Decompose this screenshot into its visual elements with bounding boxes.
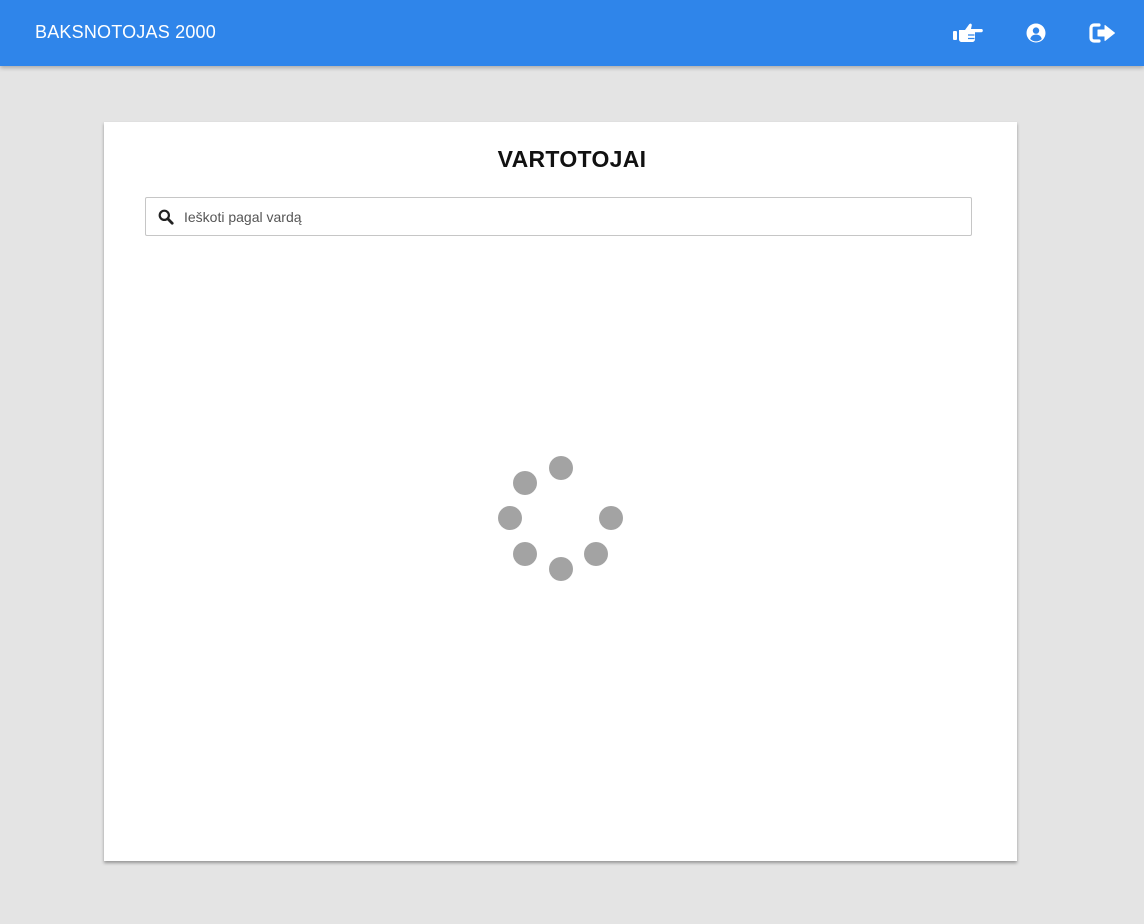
sign-out-icon xyxy=(1089,23,1115,43)
poke-button[interactable] xyxy=(950,15,986,51)
app-bar: BAKSNOTOJAS 2000 xyxy=(0,0,1144,66)
page-title: VARTOTOJAI xyxy=(497,146,647,172)
search-field[interactable] xyxy=(145,197,972,236)
profile-button[interactable] xyxy=(1018,15,1054,51)
user-circle-icon xyxy=(1026,23,1046,43)
search-icon xyxy=(158,209,174,225)
search-input[interactable] xyxy=(184,198,954,235)
hand-pointer-icon xyxy=(953,23,983,42)
app-title: BAKSNOTOJAS 2000 xyxy=(35,22,216,42)
logout-button[interactable] xyxy=(1085,15,1121,51)
